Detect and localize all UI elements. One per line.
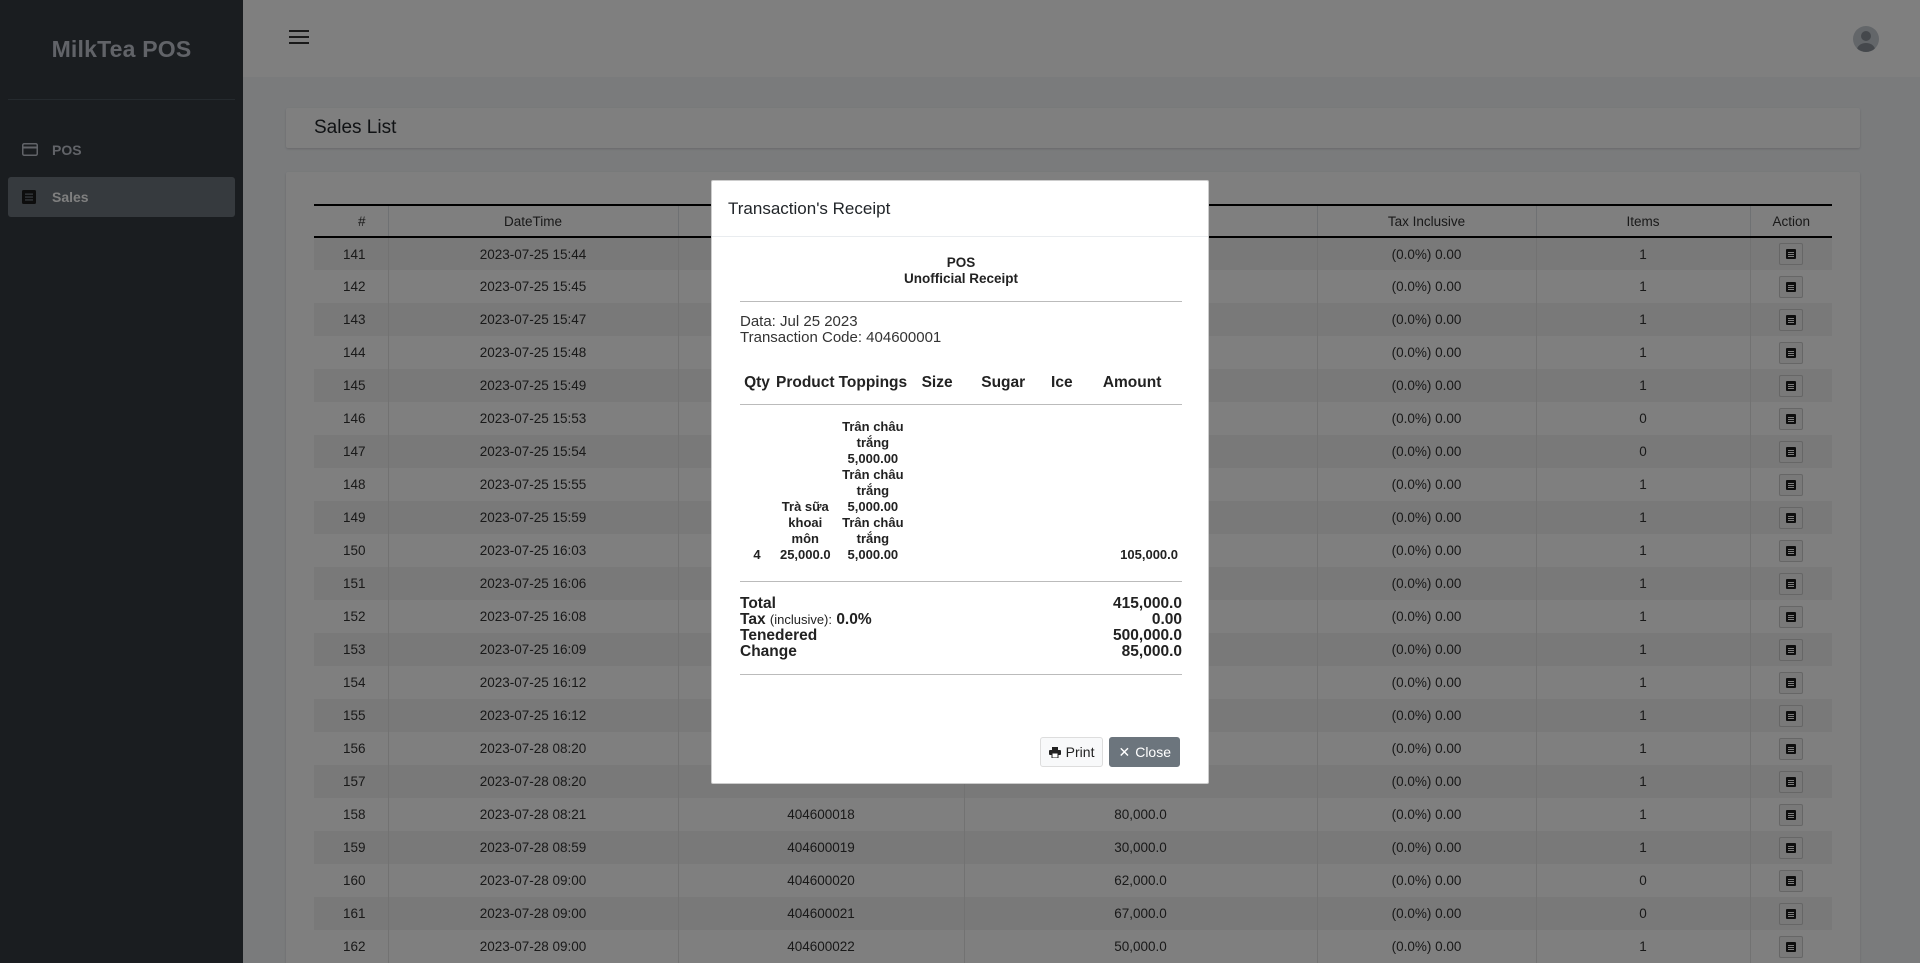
change-row: Change 85,000.0 — [740, 644, 1182, 660]
tax-rate: 0.0% — [836, 611, 872, 628]
receipt-store-name: POS — [946, 255, 976, 270]
item-product-price: 25,000.0 — [779, 547, 831, 562]
modal-header: Transaction's Receipt — [712, 181, 1208, 237]
close-button-label: Close — [1135, 744, 1171, 760]
receipt-col-sugar: Sugar — [981, 374, 1026, 391]
tax-note: (inclusive): — [769, 612, 832, 627]
print-button-label: Print — [1065, 744, 1095, 760]
close-icon: ✕ — [1118, 744, 1131, 760]
item-product: Trà sữa khoai môn 25,000.0 — [774, 405, 837, 563]
receipt-col-toppings: Toppings — [838, 374, 908, 391]
topping-price: 5,000.00 — [847, 499, 899, 514]
tax-label: Tax — [740, 611, 766, 628]
divider — [740, 581, 1182, 582]
receipt-item-row: 4 Trà sữa khoai môn 25,000.0 Trân châu t… — [740, 405, 1182, 563]
total-label: Total — [740, 595, 776, 612]
modal-footer: Print ✕ Close — [1039, 737, 1180, 767]
item-amount: 105,000.0 — [1120, 547, 1178, 562]
tax-value: 0.00 — [1151, 611, 1182, 628]
topping-price: 5,000.00 — [847, 451, 899, 466]
receipt-transaction-code: Transaction Code: 404600001 — [740, 329, 942, 346]
divider — [740, 674, 1182, 675]
topping-name-line: trắng — [856, 483, 890, 498]
receipt-body: POS Unofficial Receipt Data: Jul 25 2023… — [740, 255, 1182, 687]
total-value: 415,000.0 — [1113, 595, 1182, 612]
total-row: Total 415,000.0 — [740, 596, 1182, 612]
tendered-value: 500,000.0 — [1113, 627, 1182, 644]
receipt-subtitle: Unofficial Receipt — [903, 271, 1019, 286]
receipt-totals: Total 415,000.0 Tax (inclusive): 0.0% 0.0… — [740, 596, 1182, 660]
tendered-row: Tenedered 500,000.0 — [740, 628, 1182, 644]
receipt-date: Data: Jul 25 2023 — [740, 313, 858, 330]
topping-name-line: Trân châu — [842, 467, 904, 482]
modal-title: Transaction's Receipt — [728, 198, 891, 218]
receipt-modal: Transaction's Receipt POS Unofficial Rec… — [711, 180, 1209, 784]
change-value: 85,000.0 — [1121, 643, 1182, 660]
receipt-col-amount: Amount — [1102, 374, 1162, 391]
divider — [740, 301, 1182, 302]
receipt-col-ice: Ice — [1051, 374, 1073, 391]
topping-name-line: trắng — [856, 435, 890, 450]
topping-name-line: Trân châu — [842, 515, 904, 530]
receipt-items-table: Qty Product Toppings Size Sugar Ice Amou… — [740, 368, 1182, 563]
print-button[interactable]: Print — [1039, 737, 1104, 767]
item-sugar — [965, 405, 1041, 563]
receipt-col-product: Product — [776, 374, 835, 391]
close-button[interactable]: ✕ Close — [1109, 737, 1180, 767]
topping-name-line: Trân châu — [842, 419, 904, 434]
item-size — [909, 405, 965, 563]
tax-label-group: Tax (inclusive): 0.0% — [740, 612, 872, 628]
printer-icon — [1048, 746, 1061, 758]
tendered-label: Tenedered — [740, 627, 818, 644]
item-product-name-line: Trà sữa — [781, 499, 829, 514]
topping-name-line: trắng — [856, 531, 890, 546]
topping-price: 5,000.00 — [847, 547, 899, 562]
item-ice — [1041, 405, 1082, 563]
change-label: Change — [740, 643, 797, 660]
receipt-col-qty: Qty — [744, 374, 770, 391]
receipt-header-row: Qty Product Toppings Size Sugar Ice Amou… — [740, 368, 1182, 405]
item-product-name-line: khoai môn — [788, 515, 823, 546]
receipt-col-size: Size — [921, 374, 953, 391]
item-qty: 4 — [753, 547, 761, 562]
tax-row: Tax (inclusive): 0.0% 0.00 — [740, 612, 1182, 628]
item-toppings: Trân châu trắng 5,000.00 Trân châu trắng… — [837, 405, 910, 563]
